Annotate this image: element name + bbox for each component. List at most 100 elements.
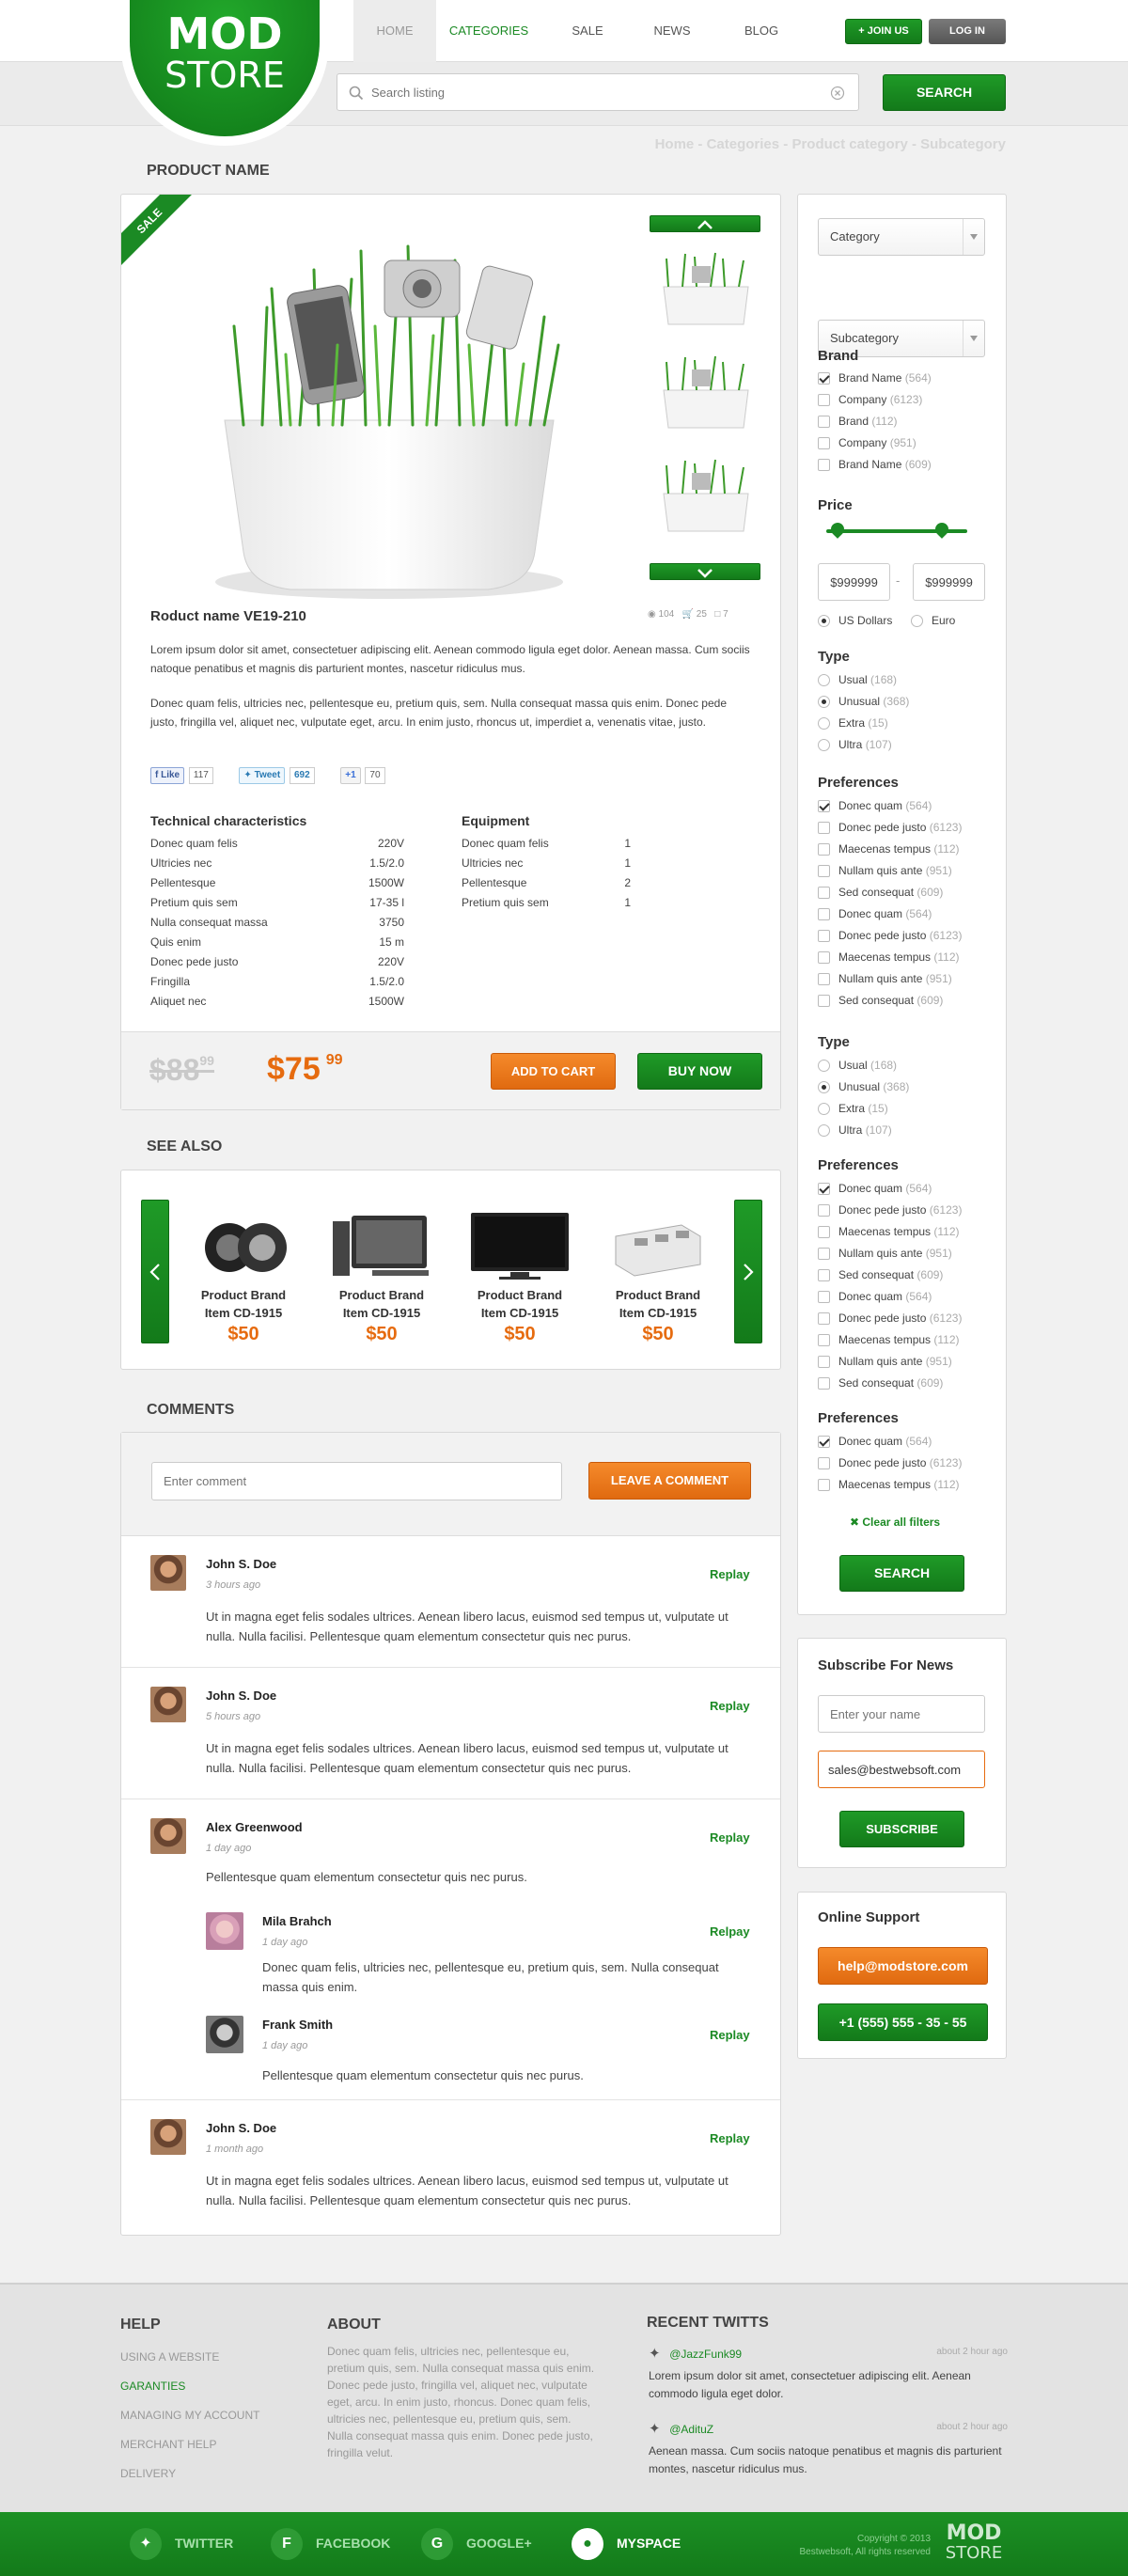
comment-author[interactable]: Frank Smith: [262, 2018, 333, 2032]
tweet-user[interactable]: @JazzFunk99: [669, 2348, 742, 2361]
preference-option[interactable]: Nullam quis ante (951): [818, 1243, 962, 1264]
checkbox[interactable]: [818, 930, 830, 943]
nav-sale[interactable]: SALE: [550, 0, 625, 62]
myspace-link[interactable]: ● MYSPACE: [572, 2512, 681, 2574]
checkbox[interactable]: [818, 437, 830, 450]
checkbox[interactable]: [818, 908, 830, 921]
add-to-cart-button[interactable]: ADD TO CART: [491, 1053, 616, 1090]
comment-input[interactable]: [151, 1462, 562, 1500]
reply-button[interactable]: Replay: [710, 2028, 750, 2042]
preference-option[interactable]: Donec pede justo (6123): [818, 817, 962, 839]
price-min-handle[interactable]: [828, 520, 847, 539]
checkbox[interactable]: [818, 459, 830, 472]
product-image[interactable]: [178, 213, 591, 608]
checkbox[interactable]: [818, 822, 830, 835]
comment-author[interactable]: Mila Brahch: [262, 1914, 332, 1928]
preference-option[interactable]: Donec quam (564): [818, 1431, 962, 1453]
nav-home[interactable]: HOME: [353, 0, 436, 62]
support-phone-button[interactable]: +1 (555) 555 - 35 - 55: [818, 2003, 988, 2041]
login-button[interactable]: LOG IN: [929, 19, 1006, 44]
checkbox[interactable]: [818, 1226, 830, 1239]
preference-option[interactable]: Sed consequat (609): [818, 990, 962, 1012]
checkbox[interactable]: [818, 1248, 830, 1261]
checkbox[interactable]: [818, 1356, 830, 1369]
preference-option[interactable]: Sed consequat (609): [818, 882, 962, 903]
radio[interactable]: [818, 1060, 830, 1073]
checkbox[interactable]: [818, 1204, 830, 1217]
checkbox[interactable]: [818, 1436, 830, 1449]
checkbox[interactable]: [818, 1291, 830, 1304]
radio[interactable]: [818, 739, 830, 752]
checkbox[interactable]: [818, 800, 830, 813]
currency-usd-option[interactable]: US Dollars: [818, 610, 892, 632]
type-option[interactable]: Extra (15): [818, 713, 909, 734]
help-link[interactable]: USING A WEBSITE: [120, 2343, 290, 2372]
nav-blog[interactable]: BLOG: [724, 0, 799, 62]
radio[interactable]: [818, 696, 830, 709]
reply-button[interactable]: Replay: [710, 2131, 750, 2145]
checkbox[interactable]: [818, 1334, 830, 1347]
help-link[interactable]: MERCHANT HELP: [120, 2430, 290, 2459]
brand-option[interactable]: Brand Name (609): [818, 454, 932, 476]
checkbox[interactable]: [818, 1269, 830, 1282]
join-button[interactable]: + JOIN US: [845, 19, 922, 44]
preference-option[interactable]: Donec pede justo (6123): [818, 1308, 962, 1329]
subscribe-name-input[interactable]: [818, 1695, 985, 1733]
checkbox[interactable]: [818, 887, 830, 900]
price-max-handle[interactable]: [932, 520, 951, 539]
nav-news[interactable]: NEWS: [634, 0, 710, 62]
type-option[interactable]: Ultra (107): [818, 1120, 909, 1141]
facebook-link[interactable]: f FACEBOOK: [271, 2512, 390, 2574]
search-input[interactable]: [371, 82, 813, 102]
thumbnail-1[interactable]: [659, 249, 753, 334]
checkbox[interactable]: [818, 865, 830, 878]
preference-option[interactable]: Donec pede justo (6123): [818, 1453, 962, 1474]
price-min-input[interactable]: [818, 563, 890, 601]
buy-now-button[interactable]: BUY NOW: [637, 1053, 762, 1090]
comment-author[interactable]: John S. Doe: [206, 2121, 276, 2135]
radio[interactable]: [818, 717, 830, 730]
nav-categories[interactable]: CATEGORIES: [442, 0, 536, 62]
comment-author[interactable]: John S. Doe: [206, 1557, 276, 1571]
thumbnail-2[interactable]: [659, 353, 753, 437]
comment-author[interactable]: Alex Greenwood: [206, 1820, 303, 1834]
footer-logo[interactable]: MOD STORE: [942, 2523, 1006, 2563]
related-product[interactable]: Product Brand Item CD-1915 $50: [592, 1208, 724, 1345]
tweet-user[interactable]: @AdituZ: [669, 2423, 713, 2436]
twitter-link[interactable]: ✦ TWITTER: [130, 2512, 233, 2574]
brand-option[interactable]: Brand Name (564): [818, 368, 932, 389]
checkbox[interactable]: [818, 372, 830, 385]
facebook-like-button[interactable]: f Like: [150, 767, 185, 784]
subscribe-email-input[interactable]: [818, 1751, 985, 1788]
preference-option[interactable]: Nullam quis ante (951): [818, 968, 962, 990]
radio[interactable]: [818, 1081, 830, 1094]
carousel-prev-button[interactable]: [141, 1200, 169, 1343]
reply-button[interactable]: Replay: [710, 1830, 750, 1845]
preference-option[interactable]: Donec pede justo (6123): [818, 925, 962, 947]
support-email-button[interactable]: help@modstore.com: [818, 1947, 988, 1985]
breadcrumb[interactable]: Home - Categories - Product category - S…: [470, 136, 1006, 152]
reply-button[interactable]: Replay: [710, 1699, 750, 1713]
price-max-input[interactable]: [913, 563, 985, 601]
type-option[interactable]: Ultra (107): [818, 734, 909, 756]
preference-option[interactable]: Donec pede justo (6123): [818, 1200, 962, 1221]
related-product[interactable]: Product Brand Item CD-1915 $50: [454, 1208, 586, 1345]
preference-option[interactable]: Maecenas tempus (112): [818, 947, 962, 968]
thumbs-up-button[interactable]: [650, 215, 760, 232]
checkbox[interactable]: [818, 1312, 830, 1326]
type-option[interactable]: Unusual (368): [818, 1076, 909, 1098]
leave-comment-button[interactable]: LEAVE A COMMENT: [588, 1462, 751, 1500]
thumbnail-3[interactable]: [659, 456, 753, 541]
preference-option[interactable]: Nullam quis ante (951): [818, 860, 962, 882]
thumbs-down-button[interactable]: [650, 563, 760, 580]
preference-option[interactable]: Maecenas tempus (112): [818, 1474, 962, 1496]
preference-option[interactable]: Nullam quis ante (951): [818, 1351, 962, 1373]
checkbox[interactable]: [818, 1377, 830, 1390]
google-plus-link[interactable]: g GOOGLE+: [421, 2512, 532, 2574]
checkbox[interactable]: [818, 843, 830, 856]
type-option[interactable]: Usual (168): [818, 669, 909, 691]
tweet-button[interactable]: ✦ Tweet: [239, 767, 286, 784]
preference-option[interactable]: Maecenas tempus (112): [818, 1221, 962, 1243]
related-product[interactable]: Product Brand Item CD-1915 $50: [178, 1208, 309, 1345]
checkbox[interactable]: [818, 1457, 830, 1470]
